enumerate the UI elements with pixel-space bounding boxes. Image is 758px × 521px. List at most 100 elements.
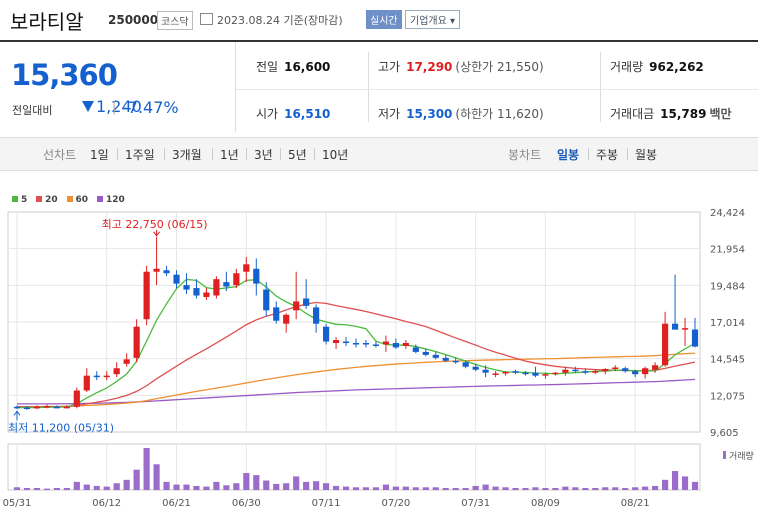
candle-body	[432, 354, 439, 358]
volume-bar	[253, 475, 260, 490]
volume-bar	[213, 481, 220, 490]
candle-body	[103, 375, 110, 378]
volume-bar	[143, 448, 150, 490]
candle-body	[53, 406, 60, 409]
candle-body	[33, 406, 41, 409]
candle-body	[681, 328, 689, 330]
y-tick-label: 9,605	[710, 428, 739, 439]
volume-bar	[63, 487, 70, 490]
volume-bar	[532, 487, 539, 490]
candle-body	[283, 314, 290, 324]
candle-body	[203, 292, 210, 297]
volume-bar	[452, 487, 459, 490]
candle-body	[43, 406, 50, 408]
volume-bar	[632, 487, 639, 490]
x-tick-label: 06/21	[162, 498, 191, 509]
volume-bar	[482, 484, 489, 490]
candle-body	[632, 371, 639, 375]
candle-body	[472, 366, 479, 370]
candle-body	[592, 371, 599, 373]
high-annotation: 최고 22,750 (06/15)	[102, 218, 208, 231]
volume-bar	[372, 487, 380, 490]
candle-body	[133, 326, 140, 358]
volume-bar	[412, 487, 419, 490]
candle-body	[482, 369, 489, 373]
candle-body	[143, 271, 150, 320]
candle-body	[522, 372, 529, 375]
y-tick-label: 24,424	[710, 208, 745, 219]
candle-body	[322, 326, 330, 342]
volume-bar	[313, 481, 320, 490]
candle-body	[502, 371, 509, 374]
volume-bar	[462, 487, 469, 490]
candle-body	[492, 373, 499, 375]
volume-bar	[662, 479, 669, 490]
volume-bar	[602, 487, 609, 490]
low-annotation: 최저 11,200 (05/31)	[8, 421, 114, 434]
volume-bar	[293, 476, 300, 490]
candle-body	[642, 368, 649, 375]
candle-body	[153, 268, 160, 272]
candle-body	[213, 279, 220, 296]
volume-bar	[592, 487, 599, 490]
candle-body	[691, 329, 699, 347]
candle-body	[263, 289, 270, 311]
volume-bar	[642, 486, 649, 490]
candle-body	[352, 342, 360, 345]
candle-body	[13, 406, 21, 409]
volume-label: 거래량	[729, 450, 754, 462]
volume-bar	[223, 485, 230, 490]
candle-body	[382, 341, 390, 345]
volume-bar	[33, 487, 41, 490]
candle-body	[362, 342, 370, 345]
candle-body	[183, 285, 190, 290]
candle-body	[243, 264, 250, 272]
volume-bar	[442, 487, 449, 490]
candlestick-chart: 24,424 21,954 19,484 17,014 14,545 12,075 9,60…	[3, 208, 754, 509]
volume-bar	[173, 484, 180, 490]
y-tick-label: 17,014	[710, 318, 745, 329]
volume-bar	[352, 487, 360, 490]
y-tick-label: 21,954	[710, 245, 745, 256]
candle-body	[532, 372, 539, 376]
x-tick-label: 06/30	[232, 498, 261, 509]
volume-bar	[492, 486, 499, 490]
candle-body	[113, 368, 120, 375]
candle-body	[562, 369, 569, 373]
volume-bar	[193, 485, 200, 490]
volume-bar	[203, 486, 210, 490]
volume-bar	[43, 488, 50, 490]
candle-body	[293, 301, 300, 311]
candle-body	[392, 342, 399, 348]
candle-body	[313, 307, 320, 324]
volume-bar	[392, 486, 399, 490]
candle-body	[462, 362, 469, 367]
x-tick-label: 06/12	[92, 498, 121, 509]
candle-body	[273, 307, 280, 321]
volume-bar	[273, 483, 280, 490]
low-arrow-icon	[13, 410, 21, 421]
volume-bar	[153, 464, 160, 490]
volume-bar	[83, 484, 90, 490]
candle-body	[173, 274, 180, 284]
volume-bar	[612, 487, 619, 490]
candle-body	[552, 372, 559, 375]
volume-bar	[671, 471, 679, 490]
volume-bar	[332, 485, 340, 490]
volume-bar	[652, 485, 659, 490]
candle-body	[303, 298, 310, 306]
volume-bar	[572, 487, 579, 490]
candle-body	[622, 368, 629, 372]
y-tick-label: 19,484	[710, 281, 745, 292]
volume-bar	[93, 485, 100, 490]
candle-body	[93, 375, 100, 378]
x-tick-label: 05/31	[3, 498, 32, 509]
volume-bar	[342, 486, 350, 490]
candle-body	[412, 347, 419, 352]
candle-body	[372, 344, 380, 346]
candle-body	[63, 406, 70, 409]
candle-body	[123, 359, 130, 364]
volume-bar	[233, 483, 240, 490]
volume-bar	[163, 481, 170, 490]
volume-bar	[362, 487, 370, 490]
